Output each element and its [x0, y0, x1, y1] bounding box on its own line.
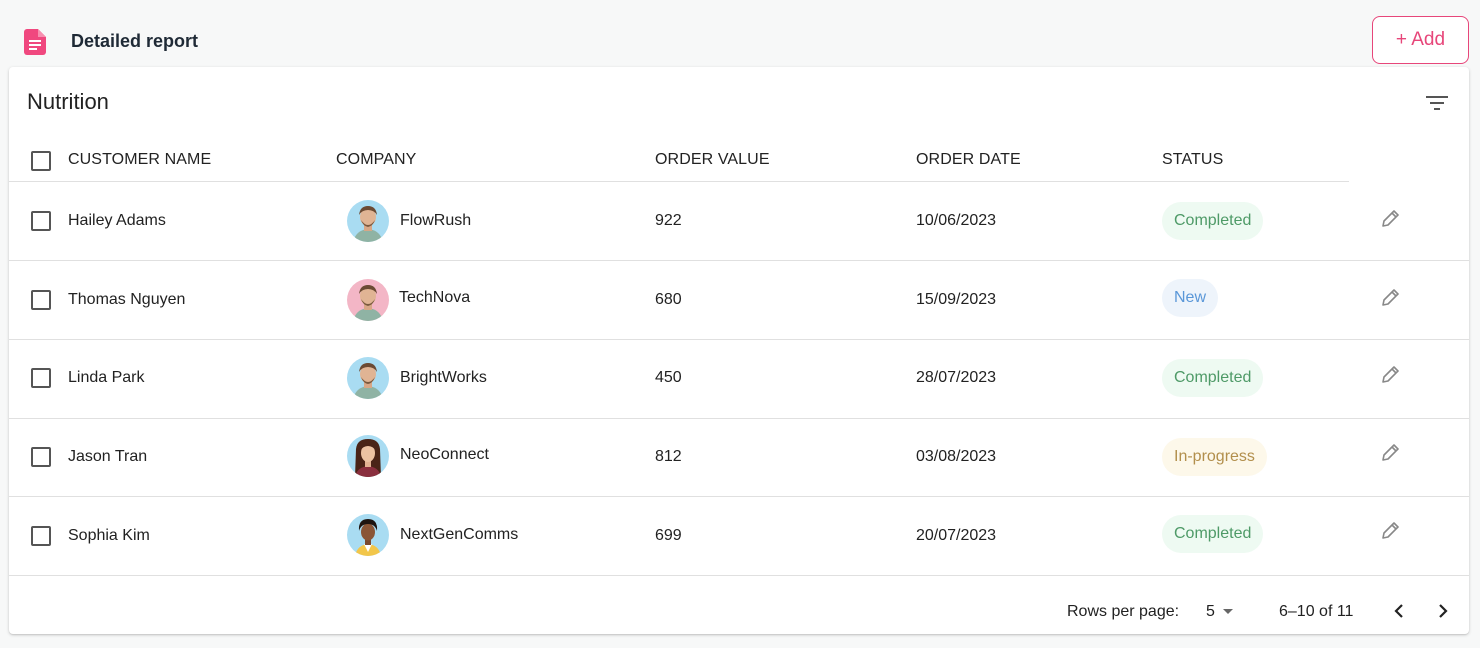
- rows-per-page-value: 5: [1206, 603, 1215, 620]
- column-header-customer-name[interactable]: CUSTOMER NAME: [68, 151, 211, 169]
- row-checkbox[interactable]: [31, 526, 51, 546]
- row-checkbox[interactable]: [31, 211, 51, 231]
- page-header: Detailed report + Add: [0, 0, 1480, 66]
- order-value: 699: [655, 527, 682, 544]
- order-value: 680: [655, 291, 682, 308]
- table-row[interactable]: Jason Tran NeoConnect 812 03/08/2023 In-…: [9, 418, 1469, 497]
- status-badge: In-progress: [1162, 438, 1267, 476]
- chevron-right-icon[interactable]: [1431, 599, 1455, 623]
- pencil-icon[interactable]: [1379, 287, 1401, 309]
- select-all-checkbox[interactable]: [31, 151, 51, 171]
- table-row[interactable]: Sophia Kim NextGenComms 699 20/07/2023 C…: [9, 497, 1469, 576]
- table-row[interactable]: Thomas Nguyen TechNova 680 15/09/2023 Ne…: [9, 261, 1469, 340]
- filter-icon[interactable]: [1426, 95, 1448, 111]
- column-header-order-value[interactable]: ORDER VALUE: [655, 151, 770, 169]
- pencil-icon[interactable]: [1379, 364, 1401, 386]
- order-value: 922: [655, 212, 682, 229]
- card-title: Nutrition: [27, 89, 109, 114]
- order-value: 812: [655, 448, 682, 465]
- pencil-icon[interactable]: [1379, 208, 1401, 230]
- customer-name: Hailey Adams: [68, 212, 166, 229]
- order-date: 20/07/2023: [916, 527, 997, 544]
- add-button[interactable]: + Add: [1372, 16, 1469, 64]
- pencil-icon[interactable]: [1379, 442, 1401, 464]
- report-card: Nutrition CUSTOMER NAME COMPANY ORDER VA…: [9, 67, 1469, 634]
- document-icon: [24, 29, 46, 55]
- rows-per-page-select[interactable]: 5: [1206, 601, 1242, 623]
- row-checkbox[interactable]: [31, 290, 51, 310]
- table-row[interactable]: Hailey Adams FlowRush 922 10/06/2023 Com…: [9, 182, 1469, 261]
- customer-name: Linda Park: [68, 369, 145, 386]
- row-checkbox[interactable]: [31, 447, 51, 467]
- company-name: NextGenComms: [400, 526, 519, 543]
- row-checkbox[interactable]: [31, 368, 51, 388]
- column-header-order-date[interactable]: ORDER DATE: [916, 151, 1021, 169]
- column-header-status[interactable]: STATUS: [1162, 151, 1223, 169]
- avatar: [347, 514, 389, 556]
- table-row[interactable]: Linda Park BrightWorks 450 28/07/2023 Co…: [9, 340, 1469, 419]
- status-badge: New: [1162, 279, 1219, 317]
- caret-down-icon: [1223, 609, 1233, 614]
- avatar: [347, 200, 389, 242]
- company-name: BrightWorks: [400, 369, 487, 386]
- page-range: 6–10 of 11: [1279, 603, 1354, 620]
- order-date: 03/08/2023: [916, 448, 997, 465]
- status-badge: Completed: [1162, 202, 1264, 240]
- avatar: [347, 435, 389, 477]
- customer-name: Jason Tran: [68, 448, 148, 465]
- company-name: TechNova: [399, 289, 471, 306]
- avatar: [347, 357, 389, 399]
- customer-name: Thomas Nguyen: [68, 291, 186, 308]
- chevron-left-icon[interactable]: [1387, 599, 1411, 623]
- column-header-company[interactable]: COMPANY: [336, 151, 416, 169]
- order-date: 15/09/2023: [916, 291, 997, 308]
- pencil-icon[interactable]: [1379, 520, 1401, 542]
- customer-name: Sophia Kim: [68, 527, 150, 544]
- status-badge: Completed: [1162, 515, 1264, 553]
- rows-per-page-label: Rows per page:: [1067, 603, 1180, 620]
- order-value: 450: [655, 369, 682, 386]
- page-title: Detailed report: [71, 31, 199, 51]
- order-date: 28/07/2023: [916, 369, 997, 386]
- pagination: Rows per page: 5 6–10 of 11: [9, 575, 1469, 634]
- status-badge: Completed: [1162, 359, 1264, 397]
- avatar: [347, 279, 389, 321]
- company-name: NeoConnect: [400, 446, 489, 463]
- order-date: 10/06/2023: [916, 212, 997, 229]
- company-name: FlowRush: [400, 212, 472, 229]
